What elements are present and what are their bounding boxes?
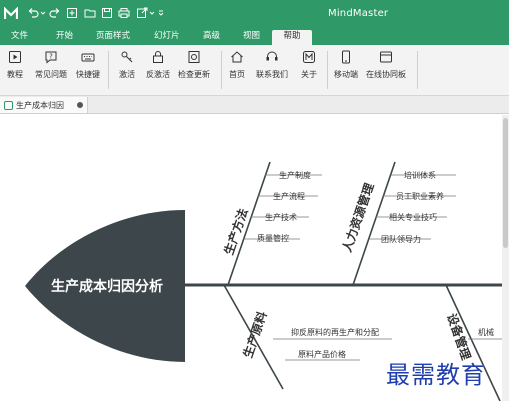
update-icon [188, 51, 200, 63]
ribbon-divider [327, 51, 328, 89]
branch-label-raw-materials[interactable]: 生产原料 [240, 309, 270, 359]
tab-page-style[interactable]: 页面样式 [96, 31, 130, 45]
ribbon-divider [108, 51, 109, 89]
tab-slides[interactable]: 幻灯片 [154, 31, 180, 45]
logo-icon [303, 51, 315, 63]
document-tab[interactable]: 生产成本归因 [0, 97, 88, 113]
sub-label[interactable]: 相关专业技巧 [389, 212, 437, 222]
phone-icon [342, 50, 350, 64]
watermark-text: 最需教育 [386, 361, 486, 389]
contact-button[interactable]: 联系我们 [256, 50, 288, 80]
tab-view[interactable]: 视图 [243, 31, 260, 45]
faq-button[interactable]: ? 常见问题 [35, 50, 67, 80]
undo-dropdown-icon[interactable] [40, 6, 46, 20]
tab-help[interactable]: 帮助 [272, 30, 312, 45]
fishbone-head-label: 生产成本归因分析 [51, 278, 163, 295]
new-icon[interactable] [65, 6, 79, 20]
unsaved-dot-icon[interactable] [77, 102, 83, 108]
deactivate-button[interactable]: 反激活 [146, 50, 170, 80]
question-bubble-icon: ? [45, 51, 57, 64]
online-collab-label: 在线协同板 [366, 70, 406, 79]
mindmap-file-icon [4, 100, 13, 110]
sub-label[interactable]: 生产技术 [265, 212, 297, 222]
tutorial-button[interactable]: 教程 [7, 50, 23, 80]
export-icon[interactable] [135, 6, 149, 20]
sub-label[interactable]: 原料产品价格 [298, 349, 346, 359]
mobile-label: 移动端 [334, 70, 358, 79]
tab-advanced[interactable]: 高级 [203, 31, 220, 45]
deactivate-label: 反激活 [146, 70, 170, 79]
sub-label[interactable]: 员工职业素养 [396, 191, 444, 201]
scrollbar-thumb[interactable] [503, 118, 508, 248]
activate-label: 激活 [119, 70, 135, 79]
save-icon[interactable] [100, 6, 114, 20]
play-icon [9, 51, 21, 63]
lock-icon [153, 51, 163, 63]
undo-icon[interactable] [26, 6, 40, 20]
sub-label[interactable]: 生产流程 [273, 191, 305, 201]
about-button[interactable]: 关于 [301, 50, 317, 80]
sub-label[interactable]: 生产制度 [279, 170, 311, 180]
faq-label: 常见问题 [35, 70, 67, 79]
menu-tab-bar: 文件 开始 页面样式 幻灯片 高级 视图 帮助 [0, 28, 509, 45]
key-icon [121, 51, 133, 63]
app-title: MindMaster [328, 8, 389, 19]
redo-icon[interactable] [48, 6, 62, 20]
about-label: 关于 [301, 70, 317, 79]
mobile-button[interactable]: 移动端 [334, 50, 358, 80]
home-label: 首页 [229, 70, 245, 79]
ribbon-help: 教程 ? 常见问题 快捷键 激活 反激活 检查更新 首页 联系我们 关于 移动端… [0, 45, 509, 96]
keyboard-icon [81, 53, 95, 62]
customize-toolbar-icon[interactable] [157, 6, 165, 20]
tab-file[interactable]: 文件 [11, 31, 28, 45]
ribbon-divider [221, 51, 222, 89]
shortcuts-button[interactable]: 快捷键 [76, 50, 100, 80]
home-button[interactable]: 首页 [229, 50, 245, 80]
online-collab-button[interactable]: 在线协同板 [366, 50, 406, 80]
document-tab-label: 生产成本归因 [16, 100, 64, 110]
title-bar: MindMaster [0, 0, 509, 28]
branch-label-hr-management[interactable]: 人力资源管理 [339, 181, 377, 254]
document-tab-bar: 生产成本归因 [0, 96, 509, 114]
tutorial-label: 教程 [7, 70, 23, 79]
headset-icon [266, 51, 278, 61]
open-folder-icon[interactable] [83, 6, 97, 20]
mindmaster-logo-icon [4, 7, 18, 19]
sub-label[interactable]: 培训体系 [404, 170, 436, 180]
export-dropdown-icon[interactable] [149, 6, 155, 20]
home-icon [231, 51, 243, 63]
print-icon[interactable] [117, 6, 131, 20]
svg-text:?: ? [49, 53, 53, 61]
ribbon-divider [417, 51, 418, 89]
check-update-label: 检查更新 [178, 70, 210, 79]
activate-button[interactable]: 激活 [119, 50, 135, 80]
tab-start[interactable]: 开始 [56, 31, 73, 45]
window-icon [380, 51, 392, 63]
sub-label[interactable]: 机械 [478, 327, 494, 337]
sub-label[interactable]: 团队领导力 [381, 234, 421, 244]
sub-label[interactable]: 抑反原料的再生产和分配 [291, 327, 379, 337]
check-update-button[interactable]: 检查更新 [178, 50, 210, 80]
shortcuts-label: 快捷键 [76, 70, 100, 79]
contact-label: 联系我们 [256, 70, 288, 79]
sub-label[interactable]: 质量管控 [257, 233, 289, 243]
